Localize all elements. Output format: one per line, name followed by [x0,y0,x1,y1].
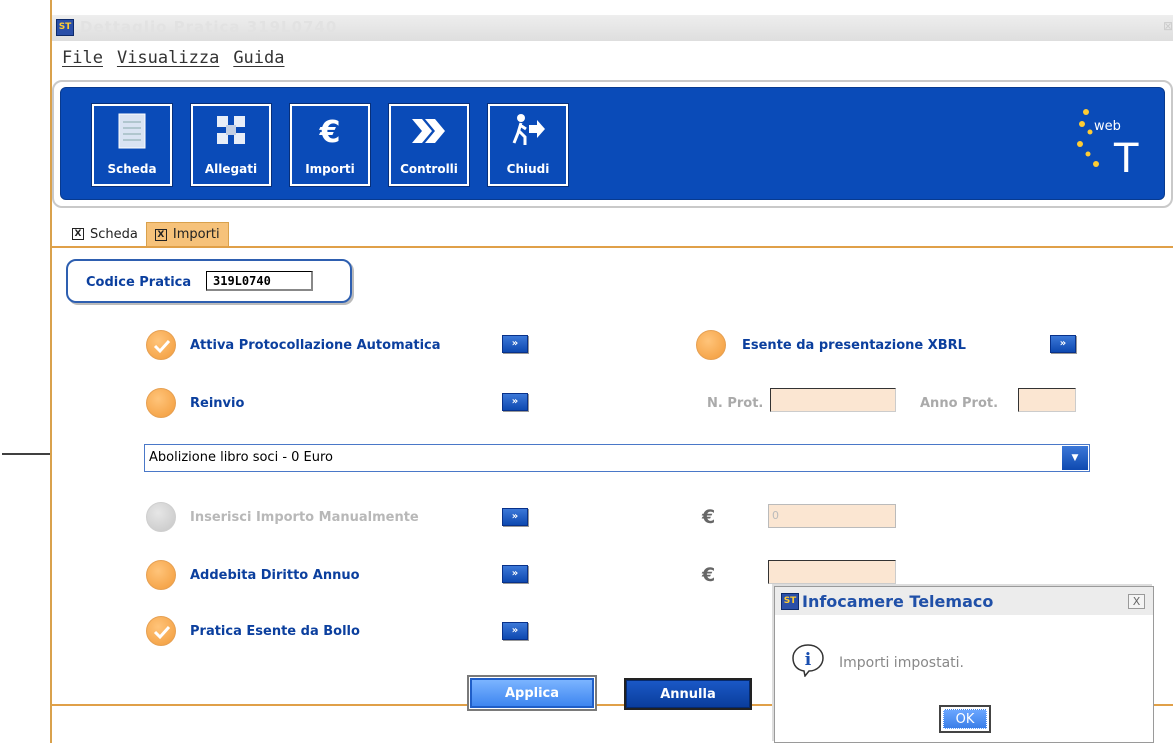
importo-manuale-info-button[interactable]: » [502,508,528,526]
svg-text:i: i [805,650,812,670]
title-bar: ST Dettaglio Pratica 319L0740 ⊠ [52,15,1173,41]
esente-bollo-label: Pratica Esente da Bollo [190,624,360,639]
annulla-button[interactable]: Annulla [626,680,750,708]
tab-scheda-close-icon[interactable]: X [72,228,84,240]
webt-logo: web T [1077,109,1139,182]
xbrl-label: Esente da presentazione XBRL [742,338,966,353]
toolbar-allegati-button[interactable]: Allegati [190,103,272,187]
dialog-title-bar: ST Infocamere Telemaco X [775,587,1153,615]
app-icon: ST [56,19,74,36]
menu-file[interactable]: File [62,48,103,74]
dialog-message: Importi impostati. [839,655,964,671]
logo-letter: T [1113,136,1139,182]
tab-importi-close-icon[interactable]: X [154,228,167,241]
checkmark-icon [153,339,171,354]
toolbar-chiudi-label: Chiudi [506,162,550,176]
protocollazione-label: Attiva Protocollazione Automatica [190,338,441,353]
dialog-close-icon[interactable]: X [1128,594,1145,609]
euro-symbol: € [702,564,716,586]
tab-strip: X Scheda X Importi [64,222,229,246]
main-window: ST Dettaglio Pratica 319L0740 ⊠ File Vis… [50,0,1173,743]
applica-button[interactable]: Applica [469,677,595,709]
importo-manuale-radio[interactable] [146,502,176,532]
toolbar-band: Scheda Allegati € Importi Controlli Chiu… [60,87,1165,200]
toolbar-controlli-label: Controlli [400,162,458,176]
xbrl-radio[interactable] [696,330,726,360]
esente-bollo-radio[interactable] [146,616,176,646]
tipo-importo-value: Abolizione libro soci - 0 Euro [149,450,334,465]
toolbar: Scheda Allegati € Importi Controlli Chiu… [52,80,1173,208]
toolbar-scheda-button[interactable]: Scheda [91,103,173,187]
euro-icon: € [319,115,341,149]
checkmark-icon [153,625,171,640]
diritto-annuo-info-button[interactable]: » [502,565,528,583]
info-dialog: ST Infocamere Telemaco X i Importi impos… [774,586,1154,743]
info-icon: i [792,644,824,677]
n-prot-label: N. Prot. [707,396,764,411]
toolbar-scheda-label: Scheda [107,162,157,176]
reinvio-radio[interactable] [146,388,176,418]
attachments-icon [217,116,245,144]
diritto-annuo-label: Addebita Diritto Annuo [190,568,360,583]
exit-icon [512,114,545,145]
menu-bar: File Visualizza Guida [52,48,285,74]
reinvio-info-button[interactable]: » [502,393,528,411]
logo-text: web [1094,119,1121,134]
tab-importi[interactable]: X Importi [145,222,229,246]
document-icon [118,113,146,149]
n-prot-field[interactable] [770,388,896,412]
tipo-importo-select[interactable]: Abolizione libro soci - 0 Euro ▼ [144,444,1090,472]
svg-text:€: € [319,115,341,149]
xbrl-info-button[interactable]: » [1050,335,1076,353]
dropdown-arrow-icon[interactable]: ▼ [1062,446,1088,470]
toolbar-controlli-button[interactable]: Controlli [388,103,470,187]
tab-scheda-label: Scheda [90,226,138,242]
diritto-annuo-radio[interactable] [146,560,176,590]
esente-bollo-info-button[interactable]: » [502,622,528,640]
dialog-app-icon: ST [781,593,799,610]
anno-prot-field[interactable] [1018,388,1076,412]
ok-button[interactable]: OK [939,705,991,733]
euro-symbol: € [702,506,716,528]
toolbar-allegati-label: Allegati [204,162,258,176]
window-title: Dettaglio Pratica 319L0740 [80,18,338,36]
screen: ST Dettaglio Pratica 319L0740 ⊠ File Vis… [0,0,1173,743]
reinvio-label: Reinvio [190,396,245,411]
codice-pratica-label: Codice Pratica [86,275,192,290]
codice-pratica-field[interactable]: 319L0740 [206,271,313,291]
dialog-title: Infocamere Telemaco [802,592,994,611]
window-close-icon[interactable]: ⊠ [1163,19,1173,33]
protocollazione-info-button[interactable]: » [502,335,528,353]
ok-label: OK [943,709,987,729]
importo-manuale-label: Inserisci Importo Manualmente [190,510,419,525]
double-chevron-icon [412,119,445,143]
protocollazione-radio[interactable] [146,330,176,360]
toolbar-chiudi-button[interactable]: Chiudi [487,103,569,187]
toolbar-importi-label: Importi [305,162,355,176]
menu-visualizza[interactable]: Visualizza [117,48,219,74]
importo-manuale-value: 0 [772,509,779,522]
anno-prot-label: Anno Prot. [920,396,999,411]
menu-guida[interactable]: Guida [233,48,284,74]
diritto-annuo-field[interactable] [768,560,896,584]
toolbar-importi-button[interactable]: € Importi [289,103,371,187]
tab-scheda[interactable]: X Scheda [64,222,146,246]
tab-importi-label: Importi [172,227,220,242]
importo-manuale-field[interactable]: 0 [768,504,896,528]
codice-pratica-group: Codice Pratica 319L0740 [66,259,352,303]
